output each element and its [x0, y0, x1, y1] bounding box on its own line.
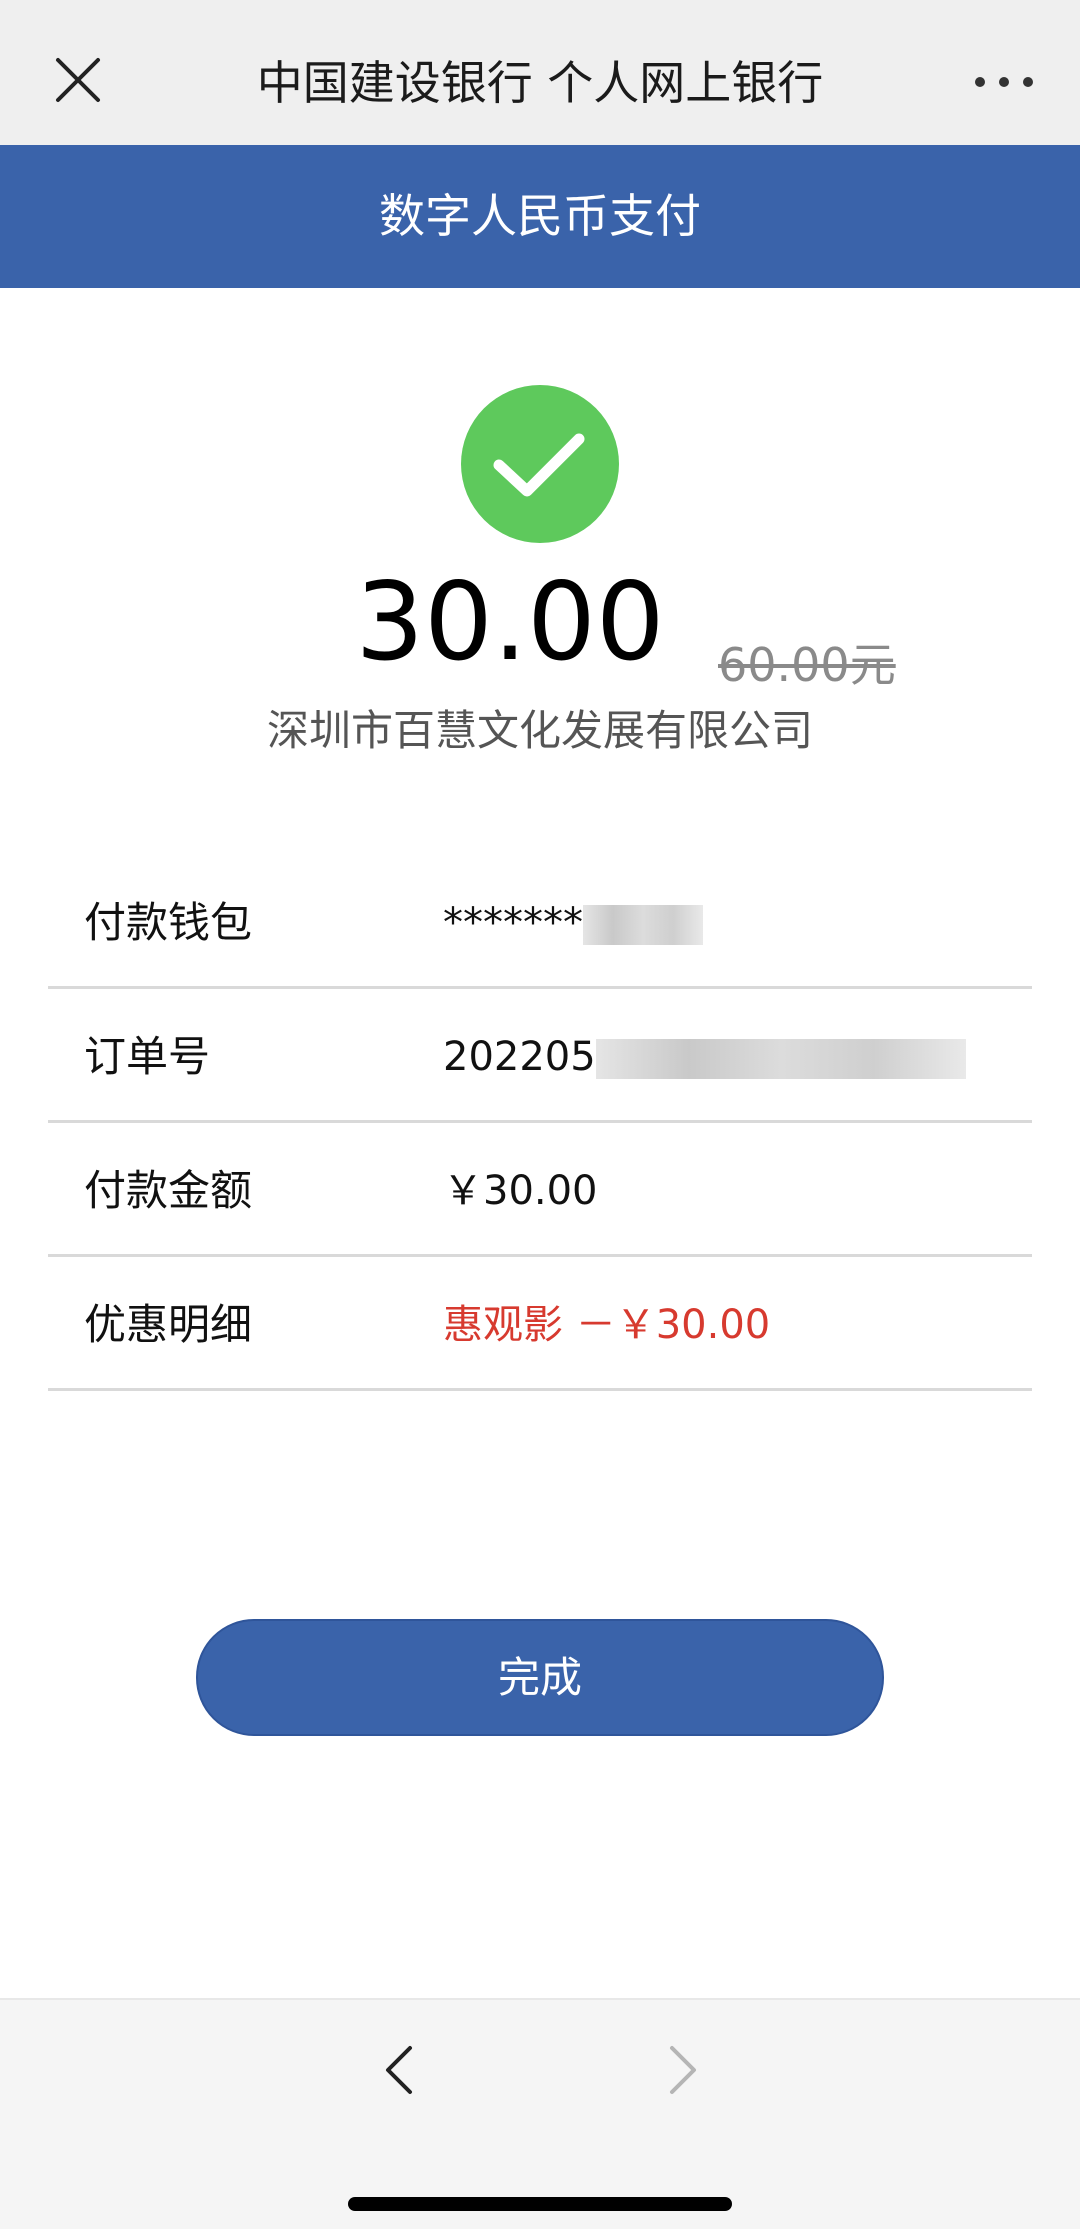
detail-row-paid: 付款金额 ￥30.00 [48, 1123, 1032, 1257]
order-label: 订单号 [84, 1032, 211, 1081]
done-button[interactable]: 完成 [196, 1619, 884, 1736]
detail-row-discount: 优惠明细 惠观影 －￥30.00 [48, 1257, 1032, 1391]
paid-label: 付款金额 [84, 1166, 253, 1215]
paid-value: ￥30.00 [443, 1168, 598, 1214]
payment-details: 付款钱包 ******* 订单号 202205 付款金额 ￥30.00 优惠明细… [48, 855, 1032, 1391]
chevron-right-icon [670, 2046, 696, 2094]
masked-region [595, 1039, 966, 1079]
more-button[interactable] [968, 62, 1040, 102]
chevron-left-icon [386, 2046, 412, 2094]
success-badge [461, 385, 619, 543]
section-header: 数字人民币支付 [0, 145, 1080, 288]
detail-row-wallet: 付款钱包 ******* [48, 855, 1032, 989]
masked-region [583, 905, 703, 945]
home-indicator[interactable] [348, 2197, 732, 2211]
more-icon [975, 77, 1033, 87]
wallet-value: ******* [443, 900, 583, 946]
order-value-container: 202205 [443, 1029, 966, 1085]
detail-row-order: 订单号 202205 [48, 989, 1032, 1123]
wallet-label: 付款钱包 [84, 898, 253, 947]
close-icon [56, 58, 100, 102]
page-title: 中国建设银行 个人网上银行 [256, 56, 824, 110]
discount-value: 惠观影 －￥30.00 [443, 1302, 771, 1348]
bottom-nav-bar [0, 1998, 1080, 2229]
back-button[interactable] [378, 2042, 422, 2098]
wallet-value-container: ******* [443, 895, 703, 951]
order-value: 202205 [443, 1034, 596, 1080]
forward-button[interactable] [660, 2042, 704, 2098]
close-button[interactable] [50, 52, 106, 108]
merchant-name: 深圳市百慧文化发展有限公司 [266, 706, 813, 755]
section-title: 数字人民币支付 [379, 189, 701, 243]
top-nav-bar: 中国建设银行 个人网上银行 [0, 0, 1080, 145]
payment-amount: 30.00 [355, 560, 665, 685]
checkmark-icon [461, 385, 619, 543]
discount-label: 优惠明细 [84, 1300, 253, 1349]
original-amount: 60.00元 [718, 638, 896, 692]
